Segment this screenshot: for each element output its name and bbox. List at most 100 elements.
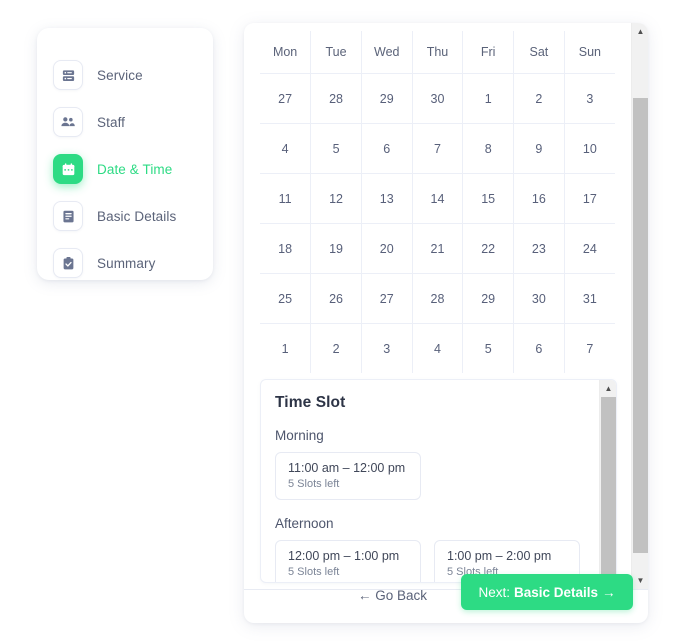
weekday-label: Sat bbox=[513, 31, 565, 74]
period-label-morning: Morning bbox=[275, 428, 324, 443]
clipboard-check-icon bbox=[53, 248, 83, 278]
calendar-day-cell[interactable]: 15 bbox=[462, 173, 515, 224]
sidebar-item-label: Basic Details bbox=[97, 208, 177, 224]
calendar-day-cell[interactable]: 30 bbox=[513, 273, 565, 324]
calendar-table: Mon Tue Wed Thu Fri Sat Sun 27 28 29 30 1 2 3 4… bbox=[260, 31, 615, 373]
slot-availability: 5 Slots left bbox=[288, 478, 340, 490]
calendar-day-cell: 3 bbox=[563, 73, 615, 124]
calendar-day-cell: 28 bbox=[310, 73, 362, 124]
scroll-up-arrow-icon[interactable]: ▲ bbox=[600, 380, 616, 397]
calendar-day-cell: 5 bbox=[462, 323, 515, 373]
scroll-up-arrow-icon[interactable]: ▲ bbox=[632, 23, 648, 40]
booking-panel: Mon Tue Wed Thu Fri Sat Sun 27 28 29 30 1 2 3 4… bbox=[244, 23, 648, 623]
calendar-day-cell[interactable]: 11 bbox=[260, 173, 312, 224]
calendar-day-cell[interactable]: 18 bbox=[260, 223, 312, 274]
calendar-day-cell: 29 bbox=[360, 73, 413, 124]
slot-time: 11:00 am – 12:00 pm bbox=[288, 461, 406, 475]
calendar-day-cell[interactable]: 9 bbox=[513, 123, 565, 174]
calendar-day-cell[interactable]: 27 bbox=[360, 273, 413, 324]
sidebar-item-label: Date & Time bbox=[97, 161, 173, 177]
calendar-day-cell[interactable]: 19 bbox=[310, 223, 362, 274]
time-slot-title: Time Slot bbox=[275, 394, 346, 411]
calendar-day-cell[interactable]: 10 bbox=[563, 123, 615, 174]
calendar-day-cell: 30 bbox=[411, 73, 464, 124]
calendar-day-cell[interactable]: 8 bbox=[462, 123, 515, 174]
calendar-day-cell[interactable]: 25 bbox=[260, 273, 312, 324]
weekday-label: Mon bbox=[260, 31, 312, 74]
calendar-day-cell: 5 bbox=[310, 123, 362, 174]
calendar-day-cell[interactable]: 7 bbox=[411, 123, 464, 174]
calendar: Mon Tue Wed Thu Fri Sat Sun 27 28 29 30 1 2 3 4… bbox=[260, 31, 615, 373]
time-slot-option[interactable]: 12:00 pm – 1:00 pm 5 Slots left bbox=[275, 540, 421, 582]
weekday-label: Thu bbox=[411, 31, 464, 74]
calendar-day-cell: 3 bbox=[360, 323, 413, 373]
sidebar-item-date-time[interactable]: Date & Time bbox=[53, 152, 172, 186]
calendar-day-cell: 6 bbox=[513, 323, 565, 373]
next-button-prefix: Next: bbox=[478, 584, 510, 600]
calendar-day-cell: 2 bbox=[310, 323, 362, 373]
arrow-right-icon: → bbox=[602, 584, 616, 600]
calendar-day-cell[interactable]: 12 bbox=[310, 173, 362, 224]
calendar-icon bbox=[53, 154, 83, 184]
weekday-label: Tue bbox=[310, 31, 362, 74]
calendar-day-cell[interactable]: 17 bbox=[563, 173, 615, 224]
calendar-week-row: 27 28 29 30 1 2 3 bbox=[260, 73, 615, 124]
calendar-day-cell: 4 bbox=[411, 323, 464, 373]
calendar-day-cell[interactable]: 14 bbox=[411, 173, 464, 224]
sidebar-item-label: Summary bbox=[97, 255, 156, 271]
calendar-day-cell[interactable]: 22 bbox=[462, 223, 515, 274]
calendar-week-row: 25 26 27 28 29 30 31 bbox=[260, 273, 615, 324]
time-slot-content: Time Slot Morning 11:00 am – 12:00 pm 5 … bbox=[261, 380, 599, 582]
calendar-day-cell[interactable]: 31 bbox=[563, 273, 615, 324]
sidebar-item-summary[interactable]: Summary bbox=[53, 246, 155, 280]
calendar-day-cell[interactable]: 16 bbox=[513, 173, 565, 224]
go-back-button[interactable]: ← Go Back bbox=[354, 582, 431, 609]
calendar-day-cell[interactable]: 23 bbox=[513, 223, 565, 274]
server-icon bbox=[53, 60, 83, 90]
time-slot-card: Time Slot Morning 11:00 am – 12:00 pm 5 … bbox=[260, 379, 617, 583]
period-label-afternoon: Afternoon bbox=[275, 516, 334, 531]
steps-sidebar: Service Staff Date & Time Basic Details … bbox=[37, 28, 213, 280]
scroll-down-arrow-icon[interactable]: ▼ bbox=[632, 572, 648, 589]
calendar-day-cell[interactable]: 6 bbox=[360, 123, 413, 174]
calendar-day-cell[interactable]: 29 bbox=[462, 273, 515, 324]
slot-availability: 5 Slots left bbox=[288, 566, 340, 578]
calendar-day-cell: 7 bbox=[563, 323, 615, 373]
time-slot-option[interactable]: 11:00 am – 12:00 pm 5 Slots left bbox=[275, 452, 421, 500]
weekday-label: Sun bbox=[563, 31, 615, 74]
calendar-week-row: 4 5 6 7 8 9 10 bbox=[260, 123, 615, 174]
calendar-day-cell[interactable]: 20 bbox=[360, 223, 413, 274]
sidebar-item-service[interactable]: Service bbox=[53, 58, 143, 92]
slot-time: 12:00 pm – 1:00 pm bbox=[288, 549, 400, 563]
sidebar-item-basic-details[interactable]: Basic Details bbox=[53, 199, 176, 233]
calendar-day-cell: 27 bbox=[260, 73, 312, 124]
sidebar-item-label: Service bbox=[97, 67, 143, 83]
calendar-weekday-header: Mon Tue Wed Thu Fri Sat Sun bbox=[260, 31, 615, 74]
next-button-target: Basic Details bbox=[513, 584, 599, 600]
calendar-day-cell[interactable]: 24 bbox=[563, 223, 615, 274]
calendar-day-cell: 1 bbox=[260, 323, 312, 373]
calendar-day-cell[interactable]: 26 bbox=[310, 273, 362, 324]
calendar-day-cell: 1 bbox=[462, 73, 515, 124]
sidebar-item-staff[interactable]: Staff bbox=[53, 105, 125, 139]
panel-footer: ← Go Back Next: Basic Details → bbox=[244, 574, 648, 623]
calendar-day-cell: 2 bbox=[513, 73, 565, 124]
calendar-day-cell: 4 bbox=[260, 123, 312, 174]
slot-row-morning: 11:00 am – 12:00 pm 5 Slots left bbox=[275, 452, 599, 500]
document-icon bbox=[53, 201, 83, 231]
scroll-thumb[interactable] bbox=[601, 397, 616, 582]
weekday-label: Wed bbox=[360, 31, 413, 74]
weekday-label: Fri bbox=[462, 31, 515, 74]
calendar-week-row: 1234567 bbox=[260, 323, 615, 373]
next-button[interactable]: Next: Basic Details → bbox=[461, 574, 633, 610]
calendar-week-row: 18 19 20 21 22 23 24 bbox=[260, 223, 615, 274]
calendar-body: 27 28 29 30 1 2 3 4 5 6 7 8 9 10 11 12 13 14 15 16 17 18 19 20 2… bbox=[260, 73, 615, 373]
calendar-day-cell[interactable]: 28 bbox=[411, 273, 464, 324]
calendar-day-cell[interactable]: 21 bbox=[411, 223, 464, 274]
calendar-day-cell[interactable]: 13 bbox=[360, 173, 413, 224]
calendar-week-row: 11 12 13 14 15 16 17 bbox=[260, 173, 615, 224]
time-slot-scrollbar[interactable]: ▲ bbox=[599, 380, 616, 582]
panel-scrollbar[interactable]: ▲ ▼ bbox=[631, 23, 648, 589]
sidebar-item-label: Staff bbox=[97, 114, 126, 130]
scroll-thumb[interactable] bbox=[633, 98, 648, 553]
